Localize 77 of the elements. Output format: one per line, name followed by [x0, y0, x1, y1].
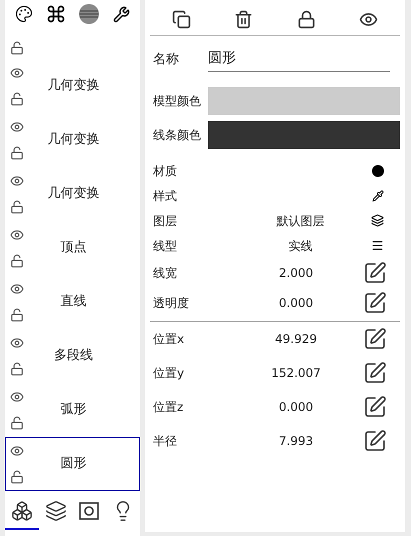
cubes-icon [10, 500, 33, 522]
visibility-icon[interactable] [10, 390, 24, 404]
edit-button[interactable] [362, 260, 388, 286]
delete-icon[interactable] [234, 10, 254, 29]
layer-list-item[interactable]: 几何变换 [5, 167, 140, 221]
item-label: 弧形 [60, 401, 88, 420]
property-label: 半径 [152, 433, 178, 450]
edit-button[interactable] [362, 360, 388, 386]
layer-list-item[interactable]: 多段线 [5, 329, 140, 383]
property-label: 透明度 [152, 295, 190, 312]
visibility-icon[interactable] [10, 282, 24, 296]
unlock-icon[interactable] [10, 362, 24, 376]
item-label: 几何变换 [46, 77, 100, 96]
visibility-icon[interactable] [10, 120, 24, 134]
dropper-icon[interactable] [372, 190, 384, 202]
layer-list-item[interactable]: 圆形 [5, 437, 140, 491]
unlock-icon[interactable] [10, 470, 24, 484]
layer-list-item[interactable]: 直线 [5, 275, 140, 329]
property-label: 线型 [152, 238, 178, 254]
unlock-icon[interactable] [10, 41, 24, 55]
item-label: 顶点 [60, 239, 88, 258]
item-label: 几何变换 [46, 185, 100, 204]
globe-icon[interactable] [78, 3, 100, 25]
layers-icon[interactable] [371, 214, 384, 227]
property-label: 图层 [152, 212, 178, 230]
item-label: 直线 [60, 293, 88, 312]
visibility-icon[interactable] [10, 174, 24, 188]
lock-icon[interactable] [296, 10, 316, 29]
property-label: 线宽 [152, 265, 178, 282]
layer-list-item[interactable]: 几何变换 [5, 113, 140, 167]
visibility-icon[interactable] [359, 10, 378, 29]
edit-button[interactable] [362, 326, 388, 352]
field-label: 模型颜色 [152, 93, 202, 110]
property-label: 位置x [152, 331, 186, 348]
layer-list-item[interactable]: 弧形 [5, 383, 140, 437]
property-value: 默认图层 [276, 212, 324, 230]
property-value: 2.000 [278, 265, 314, 282]
property-value: 152.007 [271, 365, 321, 382]
edit-button[interactable] [362, 394, 388, 420]
property-label: 材质 [152, 162, 178, 180]
color-swatch[interactable] [208, 121, 400, 149]
property-label: 位置y [152, 365, 186, 382]
property-value: 49.929 [275, 331, 317, 348]
property-value: 7.993 [278, 433, 314, 450]
property-value: 实线 [288, 238, 312, 254]
color-swatch[interactable] [208, 87, 400, 115]
unlock-icon[interactable] [10, 146, 24, 160]
property-label: 位置z [152, 399, 184, 416]
item-label: 多段线 [53, 347, 94, 366]
layer-list-item[interactable]: 几何变换 [5, 59, 140, 113]
edit-button[interactable] [362, 290, 388, 316]
edit-button[interactable] [362, 428, 388, 454]
layers-icon [44, 500, 67, 522]
property-label: 样式 [152, 188, 178, 204]
photo-frame-icon [79, 502, 100, 520]
visibility-icon[interactable] [10, 444, 24, 458]
name-input-field[interactable]: 圆形 [208, 48, 390, 72]
field-label: 名称 [152, 51, 180, 70]
unlock-icon[interactable] [10, 254, 24, 268]
visibility-icon[interactable] [10, 336, 24, 350]
lines-icon[interactable] [371, 239, 384, 252]
wrench-icon[interactable] [112, 6, 130, 22]
unlock-icon[interactable] [10, 308, 24, 322]
item-label: 几何变换 [46, 131, 100, 150]
palette-icon[interactable] [15, 5, 34, 23]
command-icon[interactable] [46, 4, 66, 24]
copy-icon[interactable] [172, 10, 191, 29]
property-value: 0.000 [278, 295, 314, 312]
unlock-icon[interactable] [10, 416, 24, 430]
layer-list-item[interactable]: 顶点 [5, 221, 140, 275]
field-label: 线条颜色 [152, 127, 202, 144]
property-value: 0.000 [278, 399, 314, 416]
unlock-icon[interactable] [10, 92, 24, 106]
item-label: 圆形 [60, 455, 88, 474]
visibility-icon[interactable] [10, 66, 24, 80]
unlock-icon[interactable] [10, 200, 24, 214]
visibility-icon[interactable] [10, 228, 24, 242]
